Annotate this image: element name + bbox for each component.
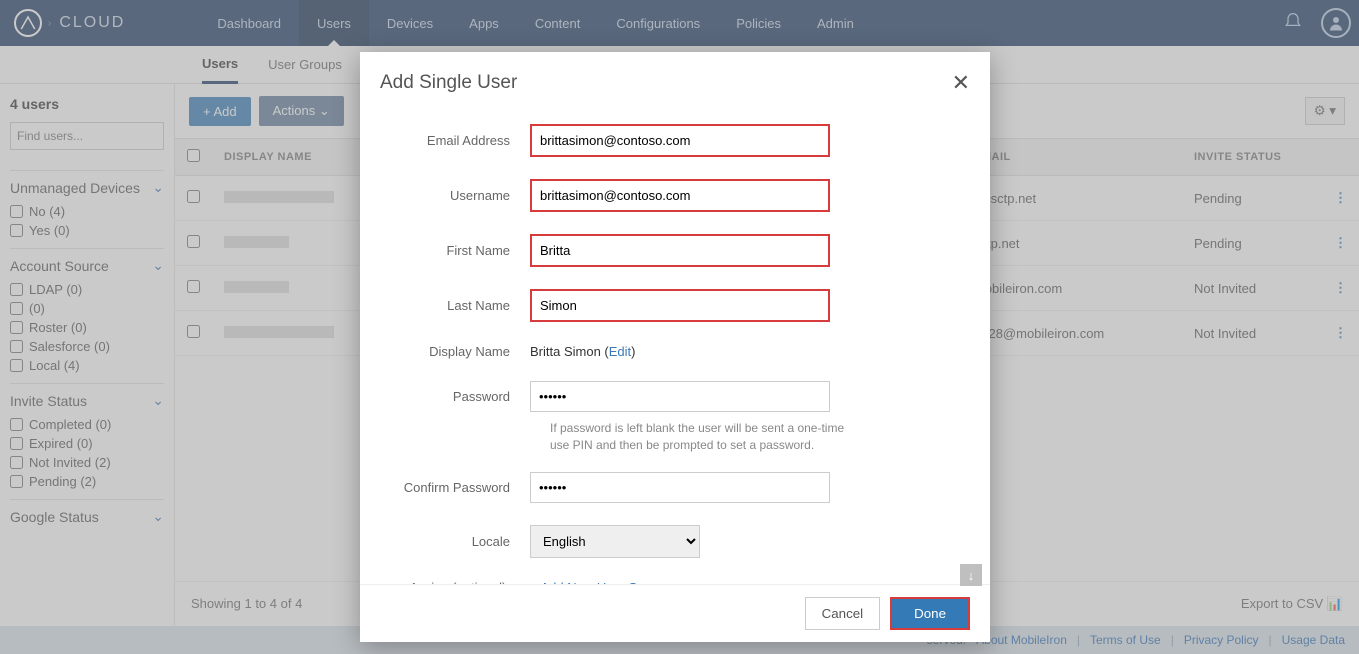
first-name-input[interactable]	[530, 234, 830, 267]
locale-select[interactable]: English	[530, 525, 700, 558]
display-name-value: Britta Simon	[530, 344, 601, 359]
label-username: Username	[390, 188, 530, 203]
cancel-button[interactable]: Cancel	[805, 597, 881, 630]
label-last: Last Name	[390, 298, 530, 313]
close-icon: ✕	[952, 70, 970, 95]
edit-display-name-link[interactable]: Edit	[609, 344, 631, 359]
email-input[interactable]	[530, 124, 830, 157]
label-password: Password	[390, 389, 530, 404]
label-confirm: Confirm Password	[390, 480, 530, 495]
modal-title: Add Single User	[380, 72, 517, 94]
username-input[interactable]	[530, 179, 830, 212]
password-input[interactable]	[530, 381, 830, 412]
confirm-password-input[interactable]	[530, 472, 830, 503]
arrow-down-icon: ↓	[968, 568, 975, 583]
label-email: Email Address	[390, 133, 530, 148]
last-name-input[interactable]	[530, 289, 830, 322]
label-locale: Locale	[390, 534, 530, 549]
done-button[interactable]: Done	[890, 597, 970, 630]
scroll-down-button[interactable]: ↓	[960, 564, 982, 586]
password-helper-text: If password is left blank the user will …	[550, 420, 860, 454]
label-first: First Name	[390, 243, 530, 258]
add-user-modal: Add Single User ✕ Email Address Username…	[360, 52, 990, 642]
close-button[interactable]: ✕	[952, 70, 970, 96]
label-display: Display Name	[390, 344, 530, 359]
